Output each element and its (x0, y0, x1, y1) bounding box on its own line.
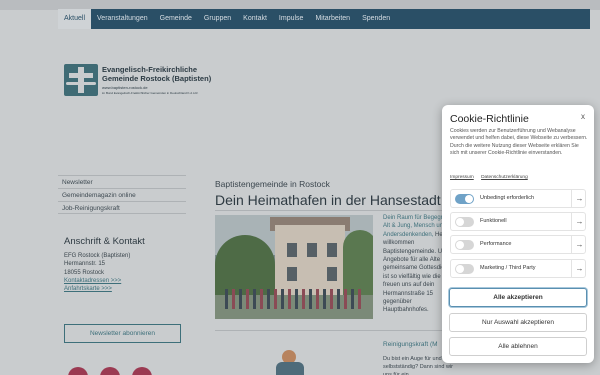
contact-city: 18055 Rostock (64, 269, 105, 276)
nav-item-impulse[interactable]: Impulse (273, 9, 310, 29)
logo-url: www.baptisten-rostock.de (102, 85, 148, 90)
church-building-photo (215, 215, 373, 319)
cookie-dialog-title: Cookie-Richtlinie (450, 113, 529, 125)
person-illustration-body (276, 362, 304, 375)
close-icon[interactable]: x (581, 112, 585, 121)
cross-wave-logo-icon (64, 64, 98, 96)
church-logo[interactable]: Evangelisch-Freikirchliche Gemeinde Rost… (64, 64, 234, 100)
category-label: Unbedingt erforderlich (480, 195, 535, 201)
performance-toggle[interactable] (455, 240, 474, 250)
reject-all-button[interactable]: Alle ablehnen (449, 337, 587, 356)
nav-item-mitarbeiten[interactable]: Mitarbeiten (309, 9, 356, 29)
social-icon[interactable] (132, 367, 152, 375)
arrow-right-icon[interactable]: → (571, 190, 587, 207)
category-label: Funktionell (480, 218, 507, 224)
cookie-category-performance: Performance → (450, 235, 586, 254)
category-label: Performance (480, 241, 512, 247)
directions-link[interactable]: Anfahrtskarte >>> (64, 285, 130, 293)
logo-tagline: im Bund Evangelisch-Freikirchlicher Geme… (102, 91, 199, 95)
sidebar-item-job[interactable]: Job-Reinigungskraft (58, 201, 186, 214)
social-icon[interactable] (68, 367, 88, 375)
arrow-right-icon[interactable]: → (571, 260, 587, 277)
newsletter-subscribe-button[interactable]: Newsletter abonnieren (64, 324, 181, 343)
job-heading[interactable]: Reinigungskraft (M (383, 341, 438, 348)
social-icon[interactable] (100, 367, 120, 375)
nav-item-kontakt[interactable]: Kontakt (237, 9, 273, 29)
arrow-right-icon[interactable]: → (571, 213, 587, 230)
privacy-link[interactable]: Datenschutzerklärung (481, 175, 528, 180)
divider (215, 330, 455, 331)
accept-all-button[interactable]: Alle akzeptieren (449, 288, 587, 307)
cookie-consent-dialog: Cookie-Richtlinie x Cookies werden zur B… (442, 105, 594, 363)
page-subtitle: Baptistengemeinde in Rostock (215, 179, 330, 189)
divider (215, 210, 455, 211)
arrow-right-icon[interactable]: → (571, 236, 587, 253)
nav-item-aktuell[interactable]: Aktuell (58, 9, 92, 29)
logo-line-2: Gemeinde Rostock (Baptisten) (102, 74, 212, 83)
sidebar-item-magazine[interactable]: Gemeindemagazin online (58, 188, 186, 201)
contact-address: EFG Rostock (Baptisten) Hermannstr. 15 1… (64, 252, 130, 293)
logo-line-1: Evangelisch-Freikirchliche (102, 65, 198, 74)
cookie-category-functional: Funktionell → (450, 212, 586, 231)
category-label: Marketing / Third Party (480, 265, 536, 271)
nav-item-gruppen[interactable]: Gruppen (198, 9, 237, 29)
nav-item-gemeinde[interactable]: Gemeinde (154, 9, 198, 29)
cookie-links: Impressum Datenschutzerklärung (450, 175, 534, 180)
contact-street: Hermannstr. 15 (64, 261, 106, 268)
contact-addresses-link[interactable]: Kontaktadressen >>> (64, 277, 130, 285)
necessary-toggle[interactable] (455, 194, 474, 204)
sidebar-item-newsletter[interactable]: Newsletter (58, 175, 186, 188)
cookie-category-necessary: Unbedingt erforderlich → (450, 189, 586, 208)
contact-name: EFG Rostock (Baptisten) (64, 253, 131, 259)
nav-item-spenden[interactable]: Spenden (356, 9, 396, 29)
page-title: Dein Heimathafen in der Hansestadt (215, 192, 441, 208)
cookie-category-marketing: Marketing / Third Party → (450, 259, 586, 278)
marketing-toggle[interactable] (455, 264, 474, 274)
sidebar-menu: Newsletter Gemeindemagazin online Job-Re… (58, 175, 186, 214)
functional-toggle[interactable] (455, 217, 474, 227)
accept-selection-button[interactable]: Nur Auswahl akzeptieren (449, 313, 587, 332)
nav-item-veranstaltungen[interactable]: Veranstaltungen (91, 9, 154, 29)
cookie-description: Cookies werden zur Benutzerführung und W… (450, 128, 588, 156)
contact-heading: Anschrift & Kontakt (64, 236, 145, 247)
imprint-link[interactable]: Impressum (450, 175, 474, 180)
main-navigation: Aktuell Veranstaltungen Gemeinde Gruppen… (58, 9, 590, 29)
